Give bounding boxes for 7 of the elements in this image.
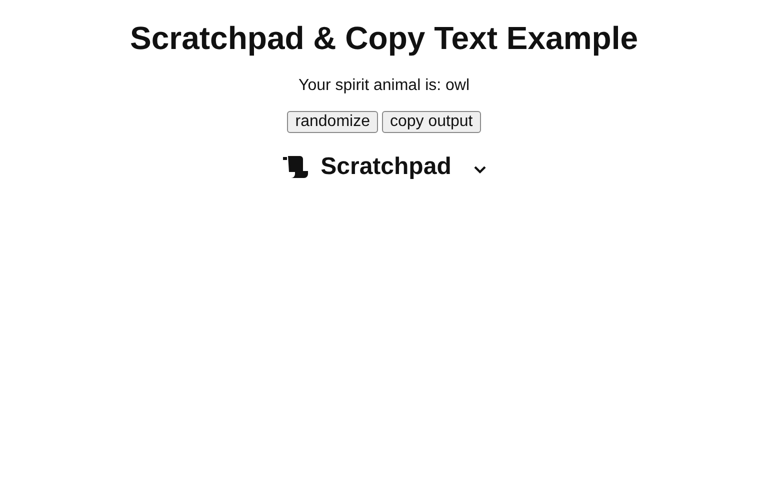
scroll-icon bbox=[280, 155, 309, 179]
chevron-icon[interactable] bbox=[473, 165, 488, 175]
action-button[interactable]: randomize bbox=[287, 111, 378, 133]
action-button[interactable]: copy output bbox=[382, 111, 481, 133]
result-text: Your spirit animal is: owl bbox=[298, 77, 470, 95]
page-title: Scratchpad & Copy Text Example bbox=[130, 20, 638, 57]
scratchpad-label: Scratchpad bbox=[320, 153, 452, 181]
